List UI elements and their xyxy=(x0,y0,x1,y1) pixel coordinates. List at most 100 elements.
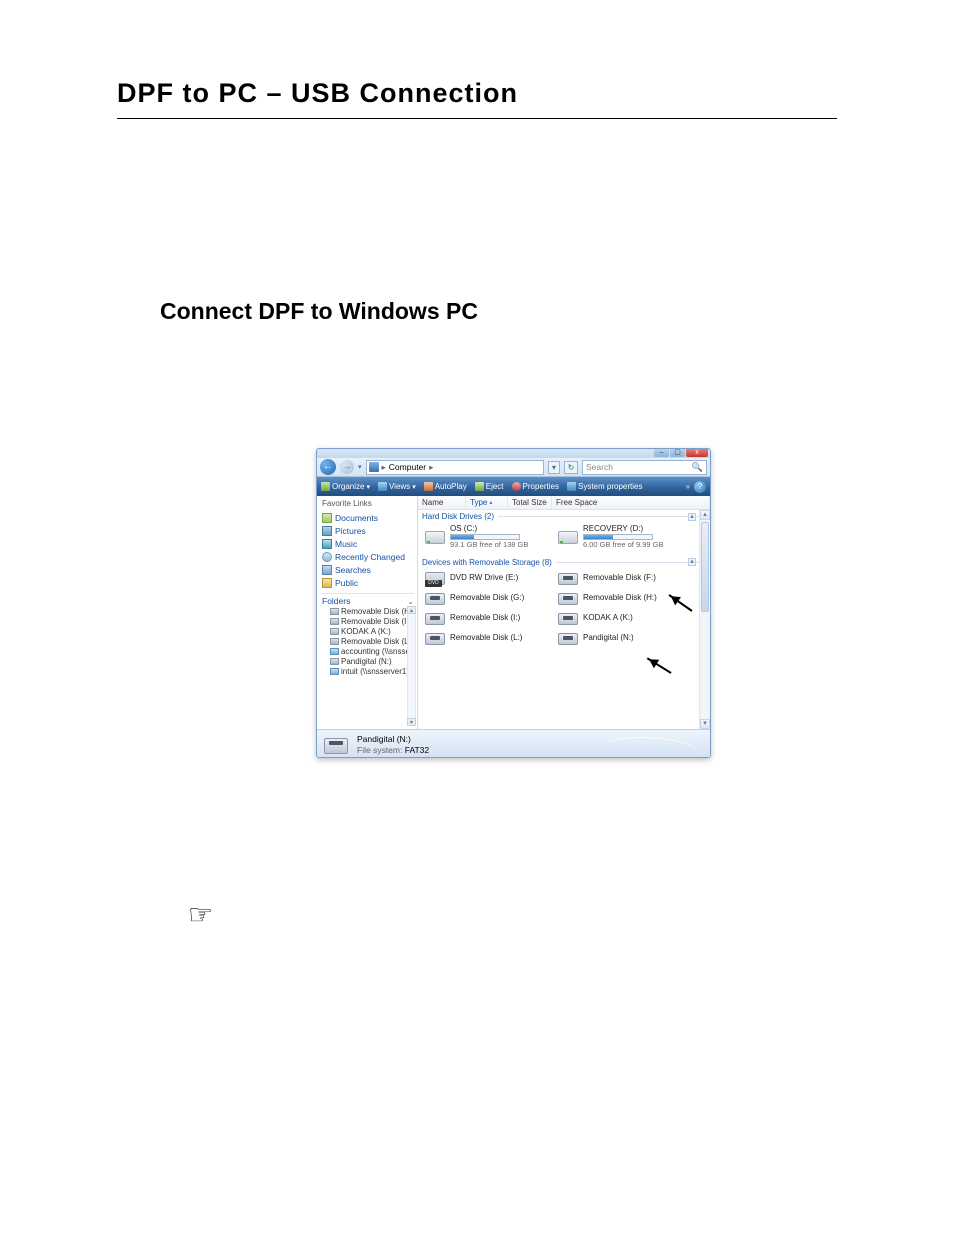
scroll-down-icon[interactable]: ▾ xyxy=(407,718,416,726)
sidebar-item-public[interactable]: Public xyxy=(322,576,414,589)
drive-removable-f[interactable]: Removable Disk (F:) xyxy=(555,568,688,588)
autoplay-button[interactable]: AutoPlay xyxy=(424,482,467,491)
sidebar-item-documents[interactable]: Documents xyxy=(322,511,414,524)
scroll-down-icon[interactable]: ▾ xyxy=(700,719,710,729)
sidebar-item-recently-changed[interactable]: Recently Changed xyxy=(322,550,414,563)
system-properties-button[interactable]: System properties xyxy=(567,482,642,491)
tree-item[interactable]: Removable Disk (I:) xyxy=(322,616,414,626)
drive-label: Removable Disk (I:) xyxy=(450,613,520,622)
computer-icon xyxy=(369,462,379,472)
nav-history-dropdown[interactable]: ▾ xyxy=(358,463,362,471)
removable-grid: DVD DVD RW Drive (E:) Removable Disk (F:… xyxy=(418,568,710,652)
status-text: Pandigital (N:) File system: FAT32 xyxy=(357,734,429,754)
removable-drive-icon xyxy=(424,590,446,606)
column-type-label: Type xyxy=(470,498,487,507)
column-type[interactable]: Type▴ xyxy=(466,496,508,509)
tree-item-label: intuit (\\snsserver1) ( xyxy=(341,667,414,676)
drive-icon xyxy=(330,608,339,615)
forward-button[interactable]: → xyxy=(340,460,354,474)
public-icon xyxy=(322,578,332,588)
drive-label: DVD RW Drive (E:) xyxy=(450,573,518,582)
scroll-track[interactable] xyxy=(407,614,416,718)
tree-item-label: Removable Disk (L:) xyxy=(341,637,413,646)
tree-item-label: Removable Disk (H:) xyxy=(341,607,414,616)
drive-label: KODAK A (K:) xyxy=(583,613,633,622)
pointing-hand-icon: ☞ xyxy=(188,898,213,931)
drive-removable-i[interactable]: Removable Disk (I:) xyxy=(422,608,555,628)
scroll-up-icon[interactable]: ▴ xyxy=(407,606,416,614)
breadcrumb-arrow[interactable]: ▸ xyxy=(429,462,433,473)
drive-label: Removable Disk (G:) xyxy=(450,593,524,602)
column-name[interactable]: Name xyxy=(418,496,466,509)
drive-removable-g[interactable]: Removable Disk (G:) xyxy=(422,588,555,608)
drive-label: OS (C:) xyxy=(450,524,528,533)
breadcrumb-bar[interactable]: ▸ Computer ▸ xyxy=(366,460,544,475)
removable-drive-icon xyxy=(424,630,446,646)
refresh-button[interactable]: ↻ xyxy=(564,461,578,474)
tree-item[interactable]: accounting (\\snsser xyxy=(322,646,414,656)
capacity-text: 93.1 GB free of 138 GB xyxy=(450,541,528,550)
tree-scrollbar[interactable]: ▴ ▾ xyxy=(407,606,416,726)
drive-recovery-d[interactable]: RECOVERY (D:) 6.00 GB free of 9.99 GB xyxy=(555,522,688,552)
scroll-up-icon[interactable]: ▴ xyxy=(700,510,710,520)
minimize-button[interactable]: – xyxy=(654,449,669,457)
sidebar-item-searches[interactable]: Searches xyxy=(322,563,414,576)
capacity-text: 6.00 GB free of 9.99 GB xyxy=(583,541,663,550)
annotation-arrow xyxy=(647,657,672,674)
group-header-removable[interactable]: Devices with Removable Storage (8) ▴ xyxy=(418,556,710,568)
address-dropdown[interactable]: ▾ xyxy=(548,461,560,474)
sidebar-item-label: Documents xyxy=(335,513,378,523)
properties-button[interactable]: Properties xyxy=(512,482,559,491)
drive-label: Pandigital (N:) xyxy=(583,633,634,642)
back-button[interactable]: ← xyxy=(320,459,336,475)
drive-kodak-k[interactable]: KODAK A (K:) xyxy=(555,608,688,628)
network-drive-icon xyxy=(330,648,339,655)
removable-drive-icon xyxy=(557,630,579,646)
sort-asc-icon: ▴ xyxy=(489,499,492,506)
breadcrumb-label[interactable]: Computer xyxy=(389,462,426,472)
drive-icon xyxy=(330,638,339,645)
column-total-size[interactable]: Total Size xyxy=(508,496,552,509)
collapse-icon[interactable]: ▴ xyxy=(688,513,696,521)
views-button[interactable]: Views ▾ xyxy=(378,482,416,491)
column-free-space[interactable]: Free Space xyxy=(552,496,710,509)
address-bar-row: ← → ▾ ▸ Computer ▸ ▾ ↻ Search 🔍 xyxy=(317,458,710,477)
eject-label: Eject xyxy=(486,482,504,491)
sidebar-item-music[interactable]: Music xyxy=(322,537,414,550)
removable-drive-icon xyxy=(557,610,579,626)
folders-heading[interactable]: Folders ⌄ xyxy=(322,593,414,606)
eject-button[interactable]: Eject xyxy=(475,482,504,491)
searches-icon xyxy=(322,565,332,575)
tree-item[interactable]: Removable Disk (L:) xyxy=(322,636,414,646)
folder-tree: Removable Disk (H:) Removable Disk (I:) … xyxy=(322,606,414,726)
tree-item[interactable]: KODAK A (K:) xyxy=(322,626,414,636)
title-rule xyxy=(117,118,837,119)
dvd-icon: DVD xyxy=(424,570,446,586)
drive-label: Removable Disk (F:) xyxy=(583,573,656,582)
group-header-hdd[interactable]: Hard Disk Drives (2) ▴ xyxy=(418,510,710,522)
maximize-button[interactable]: ▢ xyxy=(670,449,685,457)
search-input[interactable]: Search 🔍 xyxy=(582,460,707,475)
window-titlebar[interactable]: – ▢ x xyxy=(317,449,710,458)
drive-removable-l[interactable]: Removable Disk (L:) xyxy=(422,628,555,648)
drive-pandigital-n[interactable]: Pandigital (N:) xyxy=(555,628,688,648)
tree-item[interactable]: Pandigital (N:) xyxy=(322,656,414,666)
tree-item[interactable]: Removable Disk (H:) xyxy=(322,606,414,616)
page-title: DPF to PC – USB Connection xyxy=(117,78,518,109)
drive-os-c[interactable]: OS (C:) 93.1 GB free of 138 GB xyxy=(422,522,555,552)
explorer-window: – ▢ x ← → ▾ ▸ Computer ▸ ▾ ↻ Search 🔍 Or… xyxy=(316,448,711,758)
content-scrollbar[interactable]: ▴ ▾ xyxy=(699,510,710,729)
close-button[interactable]: x xyxy=(686,449,708,457)
collapse-icon[interactable]: ▴ xyxy=(688,558,696,566)
organize-button[interactable]: Organize ▾ xyxy=(321,482,370,491)
help-button[interactable]: ? xyxy=(694,481,706,493)
sidebar-item-pictures[interactable]: Pictures xyxy=(322,524,414,537)
tree-item[interactable]: intuit (\\snsserver1) ( xyxy=(322,666,414,676)
removable-drive-icon xyxy=(424,610,446,626)
scroll-thumb[interactable] xyxy=(701,522,709,612)
removable-drive-icon xyxy=(557,570,579,586)
scroll-track[interactable] xyxy=(700,520,710,719)
drive-dvd-e[interactable]: DVD DVD RW Drive (E:) xyxy=(422,568,555,588)
sidebar-item-label: Public xyxy=(335,578,358,588)
toolbar-overflow[interactable]: » xyxy=(686,482,690,491)
